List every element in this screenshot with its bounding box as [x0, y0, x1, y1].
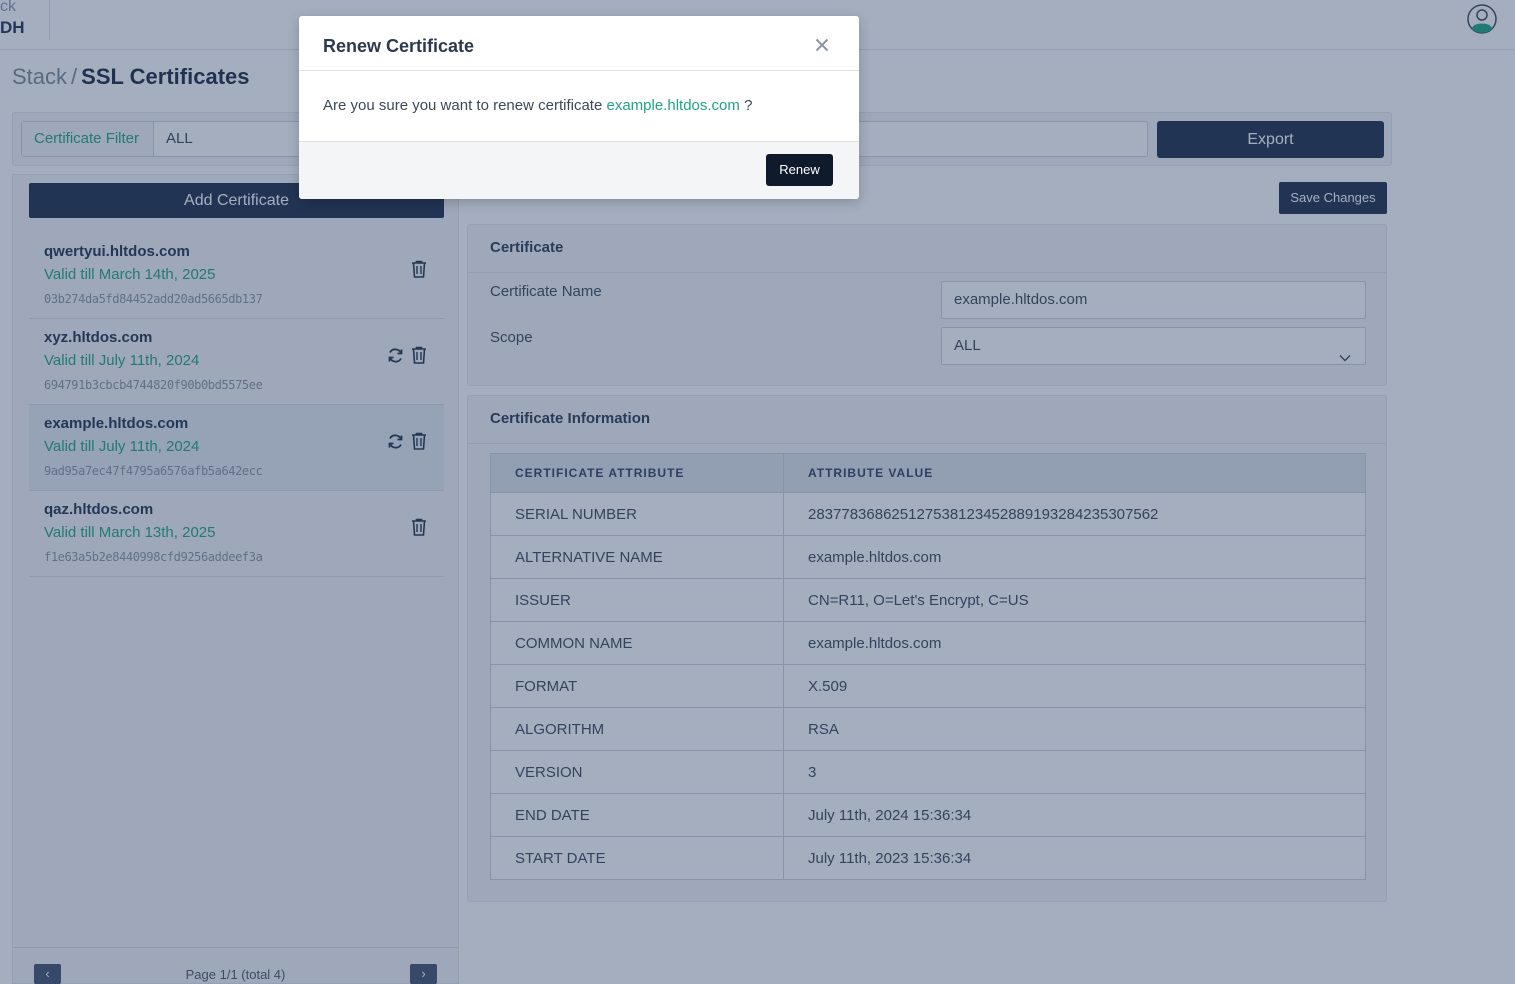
modal-certificate-link[interactable]: example.hltdos.com: [606, 97, 739, 114]
modal-message-end: ?: [744, 97, 753, 114]
renew-button[interactable]: Renew: [766, 154, 833, 186]
renew-certificate-modal: Renew Certificate Are you sure you want …: [299, 16, 859, 199]
modal-header: Renew Certificate: [299, 16, 859, 71]
modal-message: Are you sure you want to renew certifica…: [323, 97, 752, 114]
modal-message-text: Are you sure you want to renew certifica…: [323, 97, 603, 114]
modal-body: Are you sure you want to renew certifica…: [299, 71, 859, 142]
modal-footer: Renew: [299, 142, 859, 199]
modal-title: Renew Certificate: [323, 36, 475, 56]
close-icon[interactable]: [815, 38, 829, 52]
